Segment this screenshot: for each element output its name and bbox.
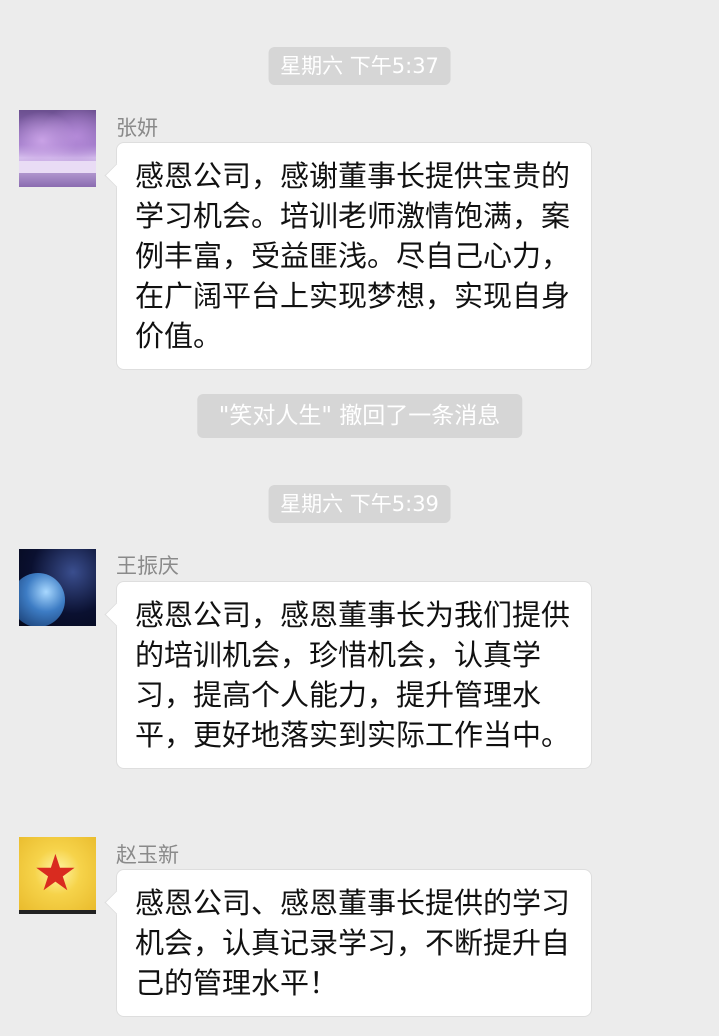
avatar-base-decoration [19, 910, 96, 914]
avatar[interactable] [19, 549, 96, 626]
sender-name: 张妍 [116, 116, 158, 140]
sender-name: 王振庆 [116, 554, 179, 578]
avatar[interactable] [19, 110, 96, 187]
message-bubble[interactable]: 感恩公司，感谢董事长提供宝贵的学习机会。培训老师激情饱满，案例丰富，受益匪浅。尽… [116, 142, 592, 370]
message-bubble[interactable]: 感恩公司、感恩董事长提供的学习机会，认真记录学习，不断提升自己的管理水平！ [116, 869, 592, 1017]
red-star-icon: ★ [33, 844, 78, 902]
avatar-road-decoration [19, 161, 96, 173]
chat-timestamp: 星期六 下午5:37 [268, 47, 451, 85]
avatar[interactable]: ★ [19, 837, 96, 914]
message-bubble[interactable]: 感恩公司，感恩董事长为我们提供的培训机会，珍惜机会，认真学习，提高个人能力，提升… [116, 581, 592, 769]
recall-notice: "笑对人生" 撤回了一条消息 [196, 394, 523, 438]
chat-timestamp: 星期六 下午5:39 [268, 485, 451, 523]
sender-name: 赵玉新 [116, 843, 179, 867]
earth-icon [19, 573, 65, 626]
